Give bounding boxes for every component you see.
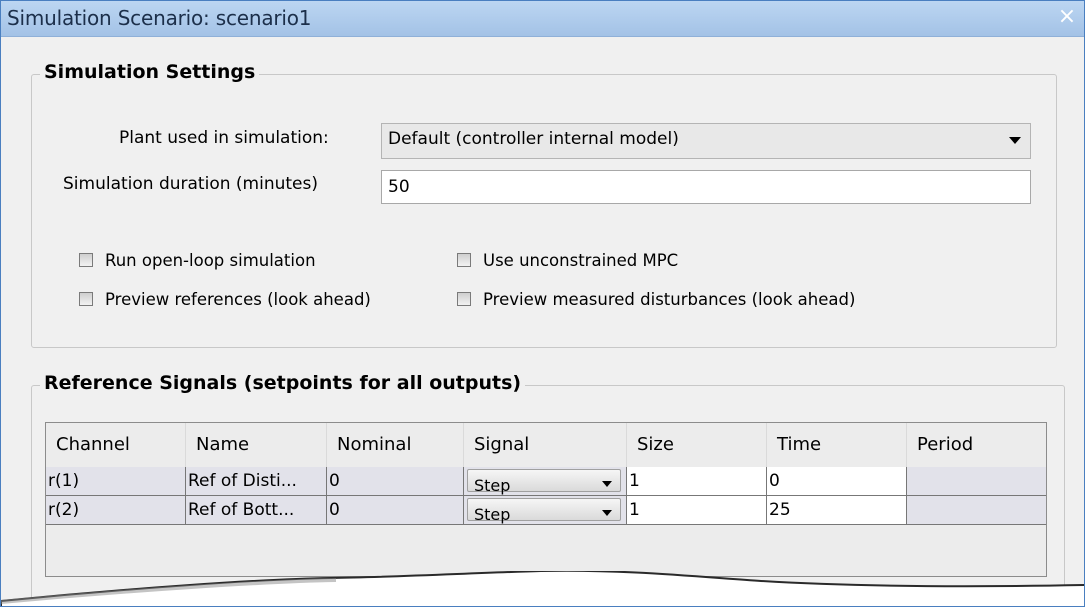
plant-label: Plant used in simulation: — [119, 128, 329, 148]
table-cell-channel: r(2) — [46, 496, 186, 525]
unconstrained-mpc-label: Use unconstrained MPC — [483, 251, 679, 270]
column-header-signal[interactable]: Signal — [464, 423, 627, 467]
plant-dropdown[interactable]: Default (controller internal model) — [381, 123, 1031, 159]
checkbox-box — [457, 253, 471, 267]
table-cell-time[interactable]: 0 — [767, 467, 907, 496]
table-cell-nominal: 0 — [327, 496, 464, 525]
reference-signals-table: Channel Name Nominal Signal Size Time Pe… — [45, 422, 1047, 577]
signal-dropdown[interactable]: Step — [467, 469, 621, 495]
checkbox-box — [79, 292, 93, 306]
column-header-name[interactable]: Name — [186, 423, 327, 467]
duration-label: Simulation duration (minutes) — [63, 174, 318, 194]
duration-field[interactable]: 50 — [381, 170, 1031, 204]
table-cell-period — [907, 496, 1046, 525]
table-cell-size[interactable]: 1 — [627, 467, 767, 496]
preview-references-label: Preview references (look ahead) — [105, 290, 371, 309]
chevron-down-icon — [1009, 137, 1021, 144]
plant-dropdown-value: Default (controller internal model) — [388, 129, 679, 149]
signal-dropdown-value: Step — [474, 505, 511, 524]
table-cell-period — [907, 467, 1046, 496]
simulation-settings-title: Simulation Settings — [40, 61, 260, 83]
column-header-nominal[interactable]: Nominal — [327, 423, 464, 467]
column-header-channel[interactable]: Channel — [46, 423, 186, 467]
table-cell-name: Ref of Disti... — [186, 467, 327, 496]
table-cell-signal: Step — [464, 467, 627, 496]
simulation-scenario-dialog: Simulation Scenario: scenario1 × Simulat… — [0, 0, 1085, 607]
checkbox-box — [457, 292, 471, 306]
preview-disturbances-label: Preview measured disturbances (look ahea… — [483, 290, 856, 309]
open-loop-label: Run open-loop simulation — [105, 251, 316, 270]
duration-field-value: 50 — [388, 177, 410, 197]
chevron-down-icon — [602, 481, 612, 487]
signal-dropdown-value: Step — [474, 476, 511, 495]
reference-signals-title: Reference Signals (setpoints for all out… — [40, 372, 526, 394]
table-cell-size[interactable]: 1 — [627, 496, 767, 525]
signal-dropdown[interactable]: Step — [467, 498, 621, 524]
table-cell-channel: r(1) — [46, 467, 186, 496]
table-cell-nominal: 0 — [327, 467, 464, 496]
table-cell-name: Ref of Bott... — [186, 496, 327, 525]
column-header-time[interactable]: Time — [767, 423, 907, 467]
window-title: Simulation Scenario: scenario1 — [7, 6, 312, 30]
title-bar: Simulation Scenario: scenario1 × — [1, 1, 1084, 37]
torn-edge-decoration — [1, 571, 1084, 606]
close-icon[interactable]: × — [1056, 5, 1078, 29]
table-cell-signal: Step — [464, 496, 627, 525]
column-header-size[interactable]: Size — [627, 423, 767, 467]
column-header-period[interactable]: Period — [907, 423, 1046, 467]
checkbox-box — [79, 253, 93, 267]
chevron-down-icon — [602, 510, 612, 516]
table-cell-time[interactable]: 25 — [767, 496, 907, 525]
